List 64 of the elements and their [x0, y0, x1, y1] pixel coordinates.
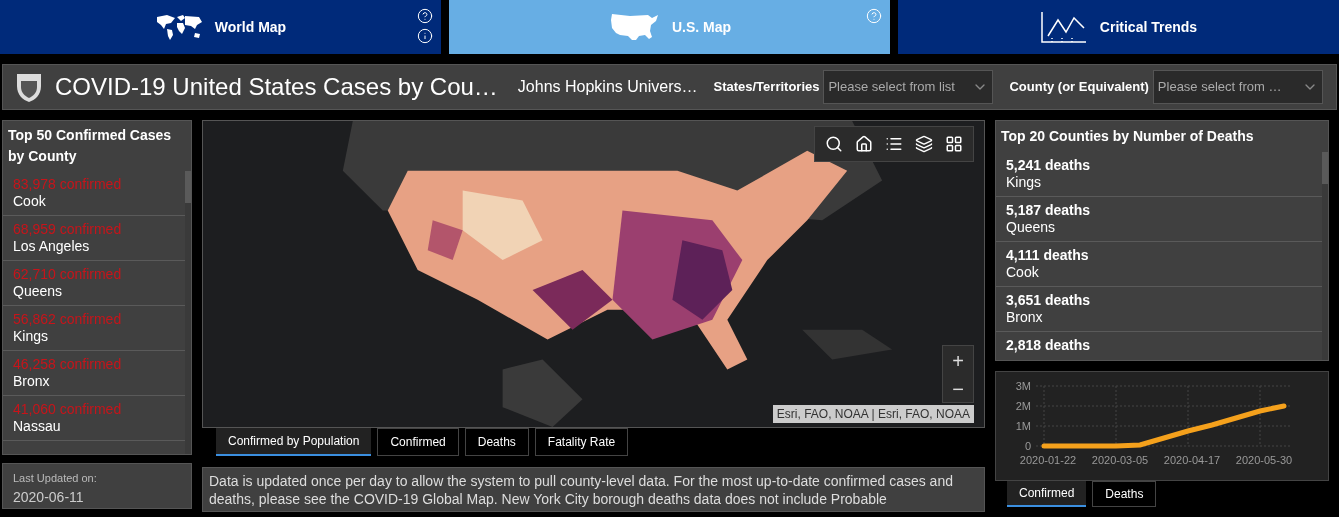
death-count: 4,111 deaths [1006, 246, 1090, 264]
info-icon[interactable] [417, 28, 433, 44]
legend-list-icon[interactable] [885, 135, 903, 153]
map-tab[interactable]: Fatality Rate [534, 428, 629, 456]
y-tick-label: 1M [1015, 420, 1031, 432]
confirmed-count: 62,710 confirmed [13, 266, 123, 283]
scrollbar-thumb[interactable] [1322, 152, 1328, 184]
zoom-in-button[interactable]: + [943, 346, 973, 374]
home-icon[interactable] [855, 135, 873, 153]
map-tab[interactable]: Deaths [464, 428, 529, 456]
death-count: 5,241 deaths [1006, 156, 1092, 174]
y-tick-label: 0 [1024, 440, 1031, 452]
confirmed-count: 46,258 confirmed [13, 356, 123, 373]
x-tick-label: 2020-05-30 [1235, 454, 1293, 466]
county-name: Nassau [13, 418, 62, 435]
x-tick-label: 2020-01-22 [1019, 454, 1077, 466]
county-name: Kings [13, 328, 50, 345]
county-name: Queens [13, 283, 64, 300]
county-name: Bronx [1006, 309, 1044, 326]
filter-dropdown[interactable]: Please select from … [1152, 70, 1323, 104]
filter-label: County (or Equivalent) [1009, 78, 1149, 97]
confirmed-count: 56,862 confirmed [13, 311, 123, 328]
last-updated-date: 2020-06-11 [13, 487, 85, 507]
data-update-note: Data is updated once per day to allow the system to pull county-level data. For the most up-to-date confirmed cases and deaths, please see the COVID-19 Global Map. New York City borough deaths data does not include Probable [209, 472, 954, 507]
search-icon[interactable] [825, 135, 843, 153]
x-tick-label: 2020-04-17 [1163, 454, 1221, 466]
y-tick-label: 3M [1015, 380, 1031, 392]
county-name: Bronx [13, 373, 51, 390]
nav-tab[interactable]: Critical Trends [898, 0, 1339, 54]
map-attribution: Esri, FAO, NOAA | Esri, FAO, NOAA [772, 405, 974, 423]
zoom-out-button[interactable]: − [943, 374, 973, 402]
panel-title: Top 20 Counties by Number of Deaths [1000, 127, 1255, 146]
chart-tab[interactable]: Confirmed [1007, 481, 1087, 507]
filter-dropdown[interactable]: Please select from list [823, 70, 994, 104]
map-view[interactable]: + − Esri, FAO, NOAA | Esri, FAO, NOAA [202, 120, 985, 428]
county-name: Cook [13, 193, 47, 210]
scrollbar-thumb[interactable] [185, 171, 191, 203]
confirmed-count: 41,060 confirmed [13, 401, 123, 418]
filter-label: States/Territories [713, 78, 820, 97]
dashboard-title: COVID-19 United States Cases by Cou… [55, 72, 498, 102]
confirmed-count: 68,959 confirmed [13, 221, 123, 238]
nav-tab[interactable]: World Map [0, 0, 441, 54]
last-updated-label: Last Updated on: [13, 471, 97, 486]
y-tick-label: 2M [1015, 400, 1031, 412]
confirmed-count: 83,978 confirmed [13, 176, 123, 193]
death-count: 5,187 deaths [1006, 201, 1092, 219]
chart-tab[interactable]: Deaths [1092, 481, 1157, 507]
death-count: 3,651 deaths [1006, 291, 1092, 309]
shield-logo [15, 71, 43, 103]
map-tab[interactable]: Confirmed by Population [216, 428, 372, 456]
death-count: 2,818 deaths [1006, 336, 1092, 354]
x-tick-label: 2020-03-05 [1091, 454, 1149, 466]
county-name: Kings [1006, 174, 1043, 191]
layers-icon[interactable] [915, 135, 933, 153]
panel-title: Top 50 Confirmed Cases by County [7, 126, 173, 166]
source-label: Johns Hopkins Univers… [517, 77, 698, 97]
county-name: Queens [1006, 219, 1057, 236]
county-name: Cook [1006, 264, 1040, 281]
county-name: Los Angeles [13, 238, 91, 255]
grid-icon[interactable] [945, 135, 963, 153]
trend-chart-icon [1039, 10, 1088, 44]
help-icon[interactable] [417, 8, 433, 24]
map-tab[interactable]: Confirmed [377, 428, 459, 456]
world-map-icon [154, 13, 203, 41]
